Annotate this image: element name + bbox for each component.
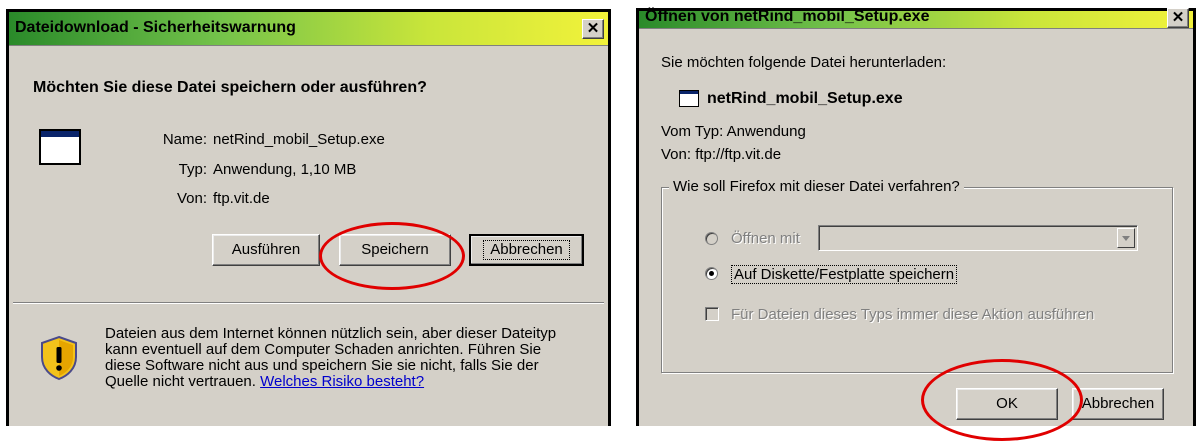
run-button[interactable]: Ausführen (212, 234, 320, 266)
application-icon (679, 90, 699, 107)
close-icon: ✕ (1171, 9, 1185, 26)
run-button-label: Ausführen (231, 241, 301, 258)
from-value: ftp.vit.de (213, 190, 270, 207)
highlight-circle (921, 359, 1083, 441)
warning-line: diese Software nicht aus und speichern S… (105, 357, 539, 374)
type-line: Vom Typ: Anwendung (661, 123, 806, 140)
application-icon (39, 129, 81, 165)
save-disk-radio[interactable] (705, 267, 718, 280)
warning-line: Dateien aus dem Internet können nützlich… (105, 325, 557, 342)
type-value: Anwendung, 1,10 MB (213, 161, 357, 178)
filename: netRind_mobil_Setup.exe (707, 90, 903, 107)
save-disk-label[interactable]: Auf Diskette/Festplatte speichern (731, 265, 958, 284)
dropdown-arrow-icon[interactable] (1117, 228, 1135, 248)
dialog-title: Dateidownload - Sicherheitswarnung (15, 19, 296, 36)
save-disk-text: Auf Diskette/Festplatte speichern (734, 266, 955, 283)
firefox-download-dialog: Öffnen von netRind_mobil_Setup.exe ✕ Sie… (636, 8, 1196, 441)
name-value: netRind_mobil_Setup.exe (213, 131, 385, 148)
cancel-button-label: Abbrechen (483, 240, 570, 260)
warning-text: Dateien aus dem Internet können nützlich… (105, 326, 556, 390)
close-button[interactable]: ✕ (1167, 8, 1189, 28)
always-action-label: Für Dateien dieses Typs immer diese Akti… (731, 306, 1095, 323)
open-with-select[interactable] (818, 225, 1138, 251)
intro-text: Sie möchten folgende Datei herunterladen… (661, 54, 947, 71)
from-label: Von: (176, 190, 207, 207)
group-legend: Wie soll Firefox mit dieser Datei verfah… (669, 178, 964, 195)
risk-link[interactable]: Welches Risiko besteht? (260, 373, 424, 390)
question-heading: Möchten Sie diese Datei speichern oder a… (33, 79, 427, 96)
warning-line-last: Quelle nicht vertrauen. Welches Risiko b… (105, 374, 556, 390)
type-label: Typ: (178, 161, 207, 178)
dialog-title: Öffnen von netRind_mobil_Setup.exe (645, 8, 930, 25)
cancel-button-label: Abbrechen (1081, 395, 1155, 412)
title-bar[interactable]: Öffnen von netRind_mobil_Setup.exe ✕ (639, 8, 1193, 29)
close-icon: ✕ (586, 20, 600, 37)
warning-line: kann eventuell auf dem Computer Schaden … (105, 341, 542, 358)
download-security-warning-dialog: Dateidownload - Sicherheitswarnung ✕ Möc… (6, 9, 611, 426)
cancel-button[interactable]: Abbrechen (469, 234, 584, 266)
cancel-button[interactable]: Abbrechen (1072, 388, 1164, 420)
open-with-radio[interactable] (705, 232, 718, 245)
close-button[interactable]: ✕ (582, 19, 604, 39)
open-with-label: Öffnen mit (731, 230, 800, 247)
warning-last-text: Quelle nicht vertrauen. (105, 373, 256, 390)
open-with-text: Öffnen mit (731, 230, 800, 247)
highlight-circle (319, 222, 465, 290)
always-action-checkbox[interactable] (705, 307, 719, 321)
from-line: Von: ftp://ftp.vit.de (661, 146, 782, 163)
security-shield-icon (41, 335, 77, 381)
title-bar[interactable]: Dateidownload - Sicherheitswarnung ✕ (9, 12, 608, 46)
separator (13, 302, 604, 304)
name-label: Name: (162, 131, 207, 148)
